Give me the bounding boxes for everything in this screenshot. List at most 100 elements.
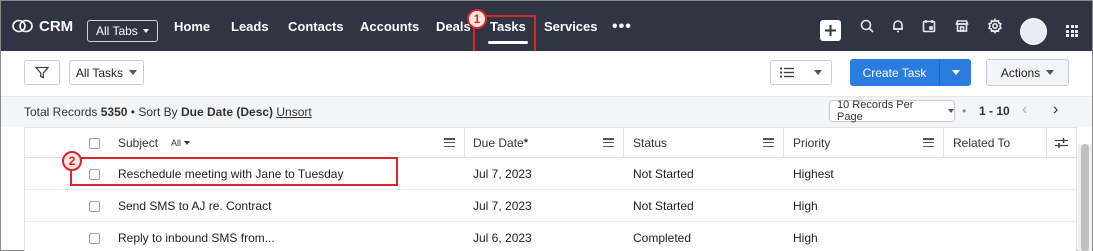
column-menu-icon[interactable] <box>763 138 774 147</box>
tab-contacts[interactable]: Contacts <box>288 1 344 51</box>
priority-cell: High <box>793 231 818 245</box>
chevron-down-icon <box>948 109 954 113</box>
chevron-down-icon <box>1046 70 1055 75</box>
app-name: CRM <box>39 17 74 35</box>
settings-button[interactable] <box>985 16 1005 36</box>
records-meta: Total Records 5350 • Sort By Due Date (D… <box>24 105 312 119</box>
filter-icon <box>35 66 49 79</box>
chevron-down-icon <box>142 29 149 33</box>
column-label: Related To <box>953 136 1011 150</box>
page-range: 1 - 10 <box>979 104 1010 118</box>
create-task-label: Create Task <box>850 59 940 86</box>
column-divider <box>623 128 624 158</box>
search-icon <box>860 19 874 33</box>
records-bar: Total Records 5350 • Sort By Due Date (D… <box>1 97 1092 127</box>
filter-button[interactable] <box>24 60 60 85</box>
tab-services[interactable]: Services <box>544 1 598 51</box>
tab-home[interactable]: Home <box>174 1 210 51</box>
column-header-due-date[interactable]: Due Date * <box>473 128 528 158</box>
create-task-dropdown[interactable] <box>940 59 971 86</box>
plus-icon <box>825 25 836 36</box>
column-settings-icon[interactable] <box>1055 138 1068 148</box>
priority-cell: Highest <box>793 167 834 181</box>
row-checkbox[interactable] <box>89 201 100 212</box>
subject-cell[interactable]: Send SMS to AJ re. Contract <box>118 199 271 213</box>
tab-deals[interactable]: Deals <box>436 1 471 51</box>
records-per-page-dropdown[interactable]: 10 Records Per Page <box>829 99 955 123</box>
apps-grid-icon[interactable] <box>1066 25 1078 37</box>
chevron-down-icon <box>951 70 960 75</box>
annotation-highlight-first-task <box>70 157 398 186</box>
table-row[interactable]: Reply to inbound SMS from... Jul 6, 2023… <box>25 222 1078 251</box>
chevron-down-icon <box>814 70 822 75</box>
quick-create-button[interactable] <box>820 20 841 41</box>
top-nav-bar: CRM All Tabs Home Leads Contacts Account… <box>1 1 1092 51</box>
prev-page-button[interactable]: ‹ <box>1022 102 1027 118</box>
status-cell: Not Started <box>633 199 694 213</box>
next-page-button[interactable]: › <box>1053 102 1058 118</box>
column-menu-icon[interactable] <box>444 138 455 147</box>
status-cell: Completed <box>633 231 692 245</box>
column-header-priority[interactable]: Priority <box>793 128 830 158</box>
notifications-button[interactable] <box>888 16 908 36</box>
tab-label: Home <box>174 18 211 34</box>
unsort-link[interactable]: Unsort <box>276 105 311 119</box>
calendar-icon <box>922 20 936 33</box>
subject-cell[interactable]: Reply to inbound SMS from... <box>118 231 275 245</box>
more-tabs-button[interactable]: ••• <box>612 19 632 35</box>
create-task-button[interactable]: Create Task <box>850 59 971 86</box>
column-header-status[interactable]: Status <box>633 128 667 158</box>
avatar[interactable] <box>1020 18 1047 45</box>
all-tabs-dropdown[interactable]: All Tabs <box>87 20 158 42</box>
view-selector-label: All Tasks <box>75 65 124 80</box>
list-view-icon <box>780 67 794 78</box>
calendar-button[interactable] <box>919 16 939 36</box>
column-label: Status <box>633 136 668 150</box>
select-all-checkbox[interactable] <box>89 138 100 149</box>
column-menu-icon[interactable] <box>603 138 614 147</box>
bell-icon <box>893 20 903 33</box>
marketplace-button[interactable] <box>952 16 972 36</box>
tab-leads[interactable]: Leads <box>231 1 269 51</box>
store-icon <box>955 20 969 32</box>
all-tabs-label: All Tabs <box>96 24 138 38</box>
column-divider <box>1046 128 1047 158</box>
tab-label: Deals <box>436 18 471 34</box>
column-menu-icon[interactable] <box>923 138 934 147</box>
chevron-down-icon <box>184 141 191 145</box>
column-divider <box>783 128 784 158</box>
column-divider <box>464 128 465 158</box>
due-date-cell: Jul 6, 2023 <box>473 231 532 245</box>
scrollbar-thumb[interactable] <box>1081 144 1089 251</box>
total-records-count: 5350 <box>100 105 128 119</box>
crm-logo[interactable]: CRM <box>12 1 73 51</box>
column-header-subject[interactable]: Subject All <box>118 128 191 158</box>
tasks-table: Subject All Due Date * Status Priority Re… <box>24 127 1078 251</box>
tab-label: Leads <box>231 18 269 34</box>
table-scrollbar[interactable] <box>1078 144 1092 251</box>
list-view-toggle[interactable] <box>770 60 832 85</box>
row-checkbox[interactable] <box>89 233 100 244</box>
column-divider <box>943 128 944 158</box>
column-label: Priority <box>793 136 831 150</box>
tab-label: Accounts <box>360 18 420 34</box>
table-row[interactable]: Send SMS to AJ re. Contract Jul 7, 2023 … <box>25 190 1078 222</box>
sort-by-label: Sort By <box>138 105 178 119</box>
column-label: Subject <box>118 136 159 150</box>
annotation-marker-1: 1 <box>467 9 487 29</box>
column-header-related-to[interactable]: Related To <box>953 128 1010 158</box>
actions-dropdown[interactable]: Actions <box>986 59 1069 86</box>
due-date-cell: Jul 7, 2023 <box>473 199 532 213</box>
status-cell: Not Started <box>633 167 694 181</box>
records-per-page-label: 10 Records Per Page <box>837 99 914 123</box>
view-selector-dropdown[interactable]: All Tasks <box>69 60 144 85</box>
tab-accounts[interactable]: Accounts <box>360 1 419 51</box>
due-date-cell: Jul 7, 2023 <box>473 167 532 181</box>
tab-label: Services <box>544 18 598 34</box>
search-button[interactable] <box>857 16 877 36</box>
annotation-marker-2: 2 <box>62 151 82 171</box>
column-label: Due Date <box>473 136 524 150</box>
gear-icon <box>988 18 1002 34</box>
actions-label: Actions <box>1000 65 1041 80</box>
subject-filter-dropdown[interactable]: All <box>171 138 181 148</box>
